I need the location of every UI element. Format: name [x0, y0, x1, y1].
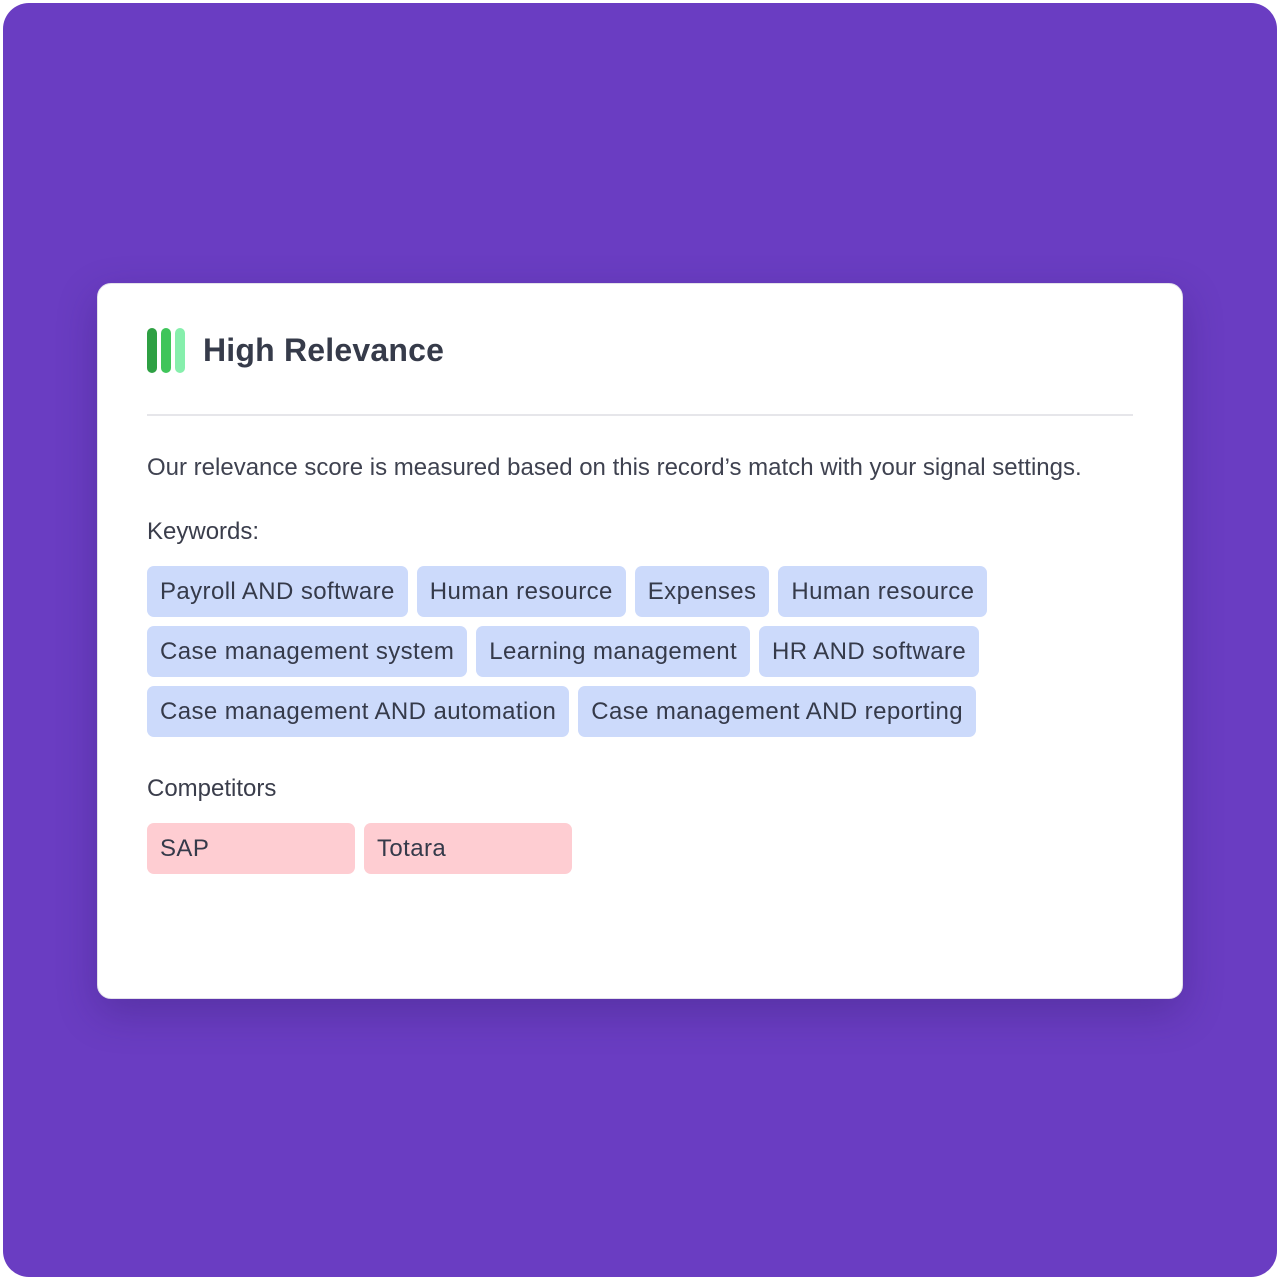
competitor-chip: SAP [147, 823, 355, 874]
relevance-bars-icon [147, 327, 185, 373]
keyword-chip: Case management AND automation [147, 686, 570, 737]
competitor-chip: Totara [364, 823, 572, 874]
relevance-description: Our relevance score is measured based on… [147, 454, 1082, 481]
card-title: High Relevance [203, 331, 445, 368]
keyword-chip: Learning management [476, 626, 751, 677]
keywords-label: Keywords: [147, 518, 260, 545]
keyword-chip: Expenses [634, 566, 770, 617]
relevance-bar-1 [147, 327, 157, 373]
competitors-label: Competitors [147, 775, 277, 802]
keyword-chip: Human resource [778, 566, 988, 617]
relevance-card: High Relevance Our relevance score is me… [97, 283, 1183, 999]
competitors-list: SAP Totara [147, 823, 1067, 874]
keyword-chip: Case management system [147, 626, 468, 677]
keywords-list: Payroll AND software Human resource Expe… [147, 566, 1067, 737]
keyword-chip: HR AND software [759, 626, 980, 677]
relevance-bar-3 [175, 327, 185, 373]
keyword-chip: Case management AND reporting [578, 686, 977, 737]
keyword-chip: Human resource [416, 566, 626, 617]
keyword-chip: Payroll AND software [147, 566, 408, 617]
relevance-bar-2 [161, 327, 171, 373]
background-frame: High Relevance Our relevance score is me… [3, 3, 1277, 1277]
card-header: High Relevance [147, 284, 1133, 416]
